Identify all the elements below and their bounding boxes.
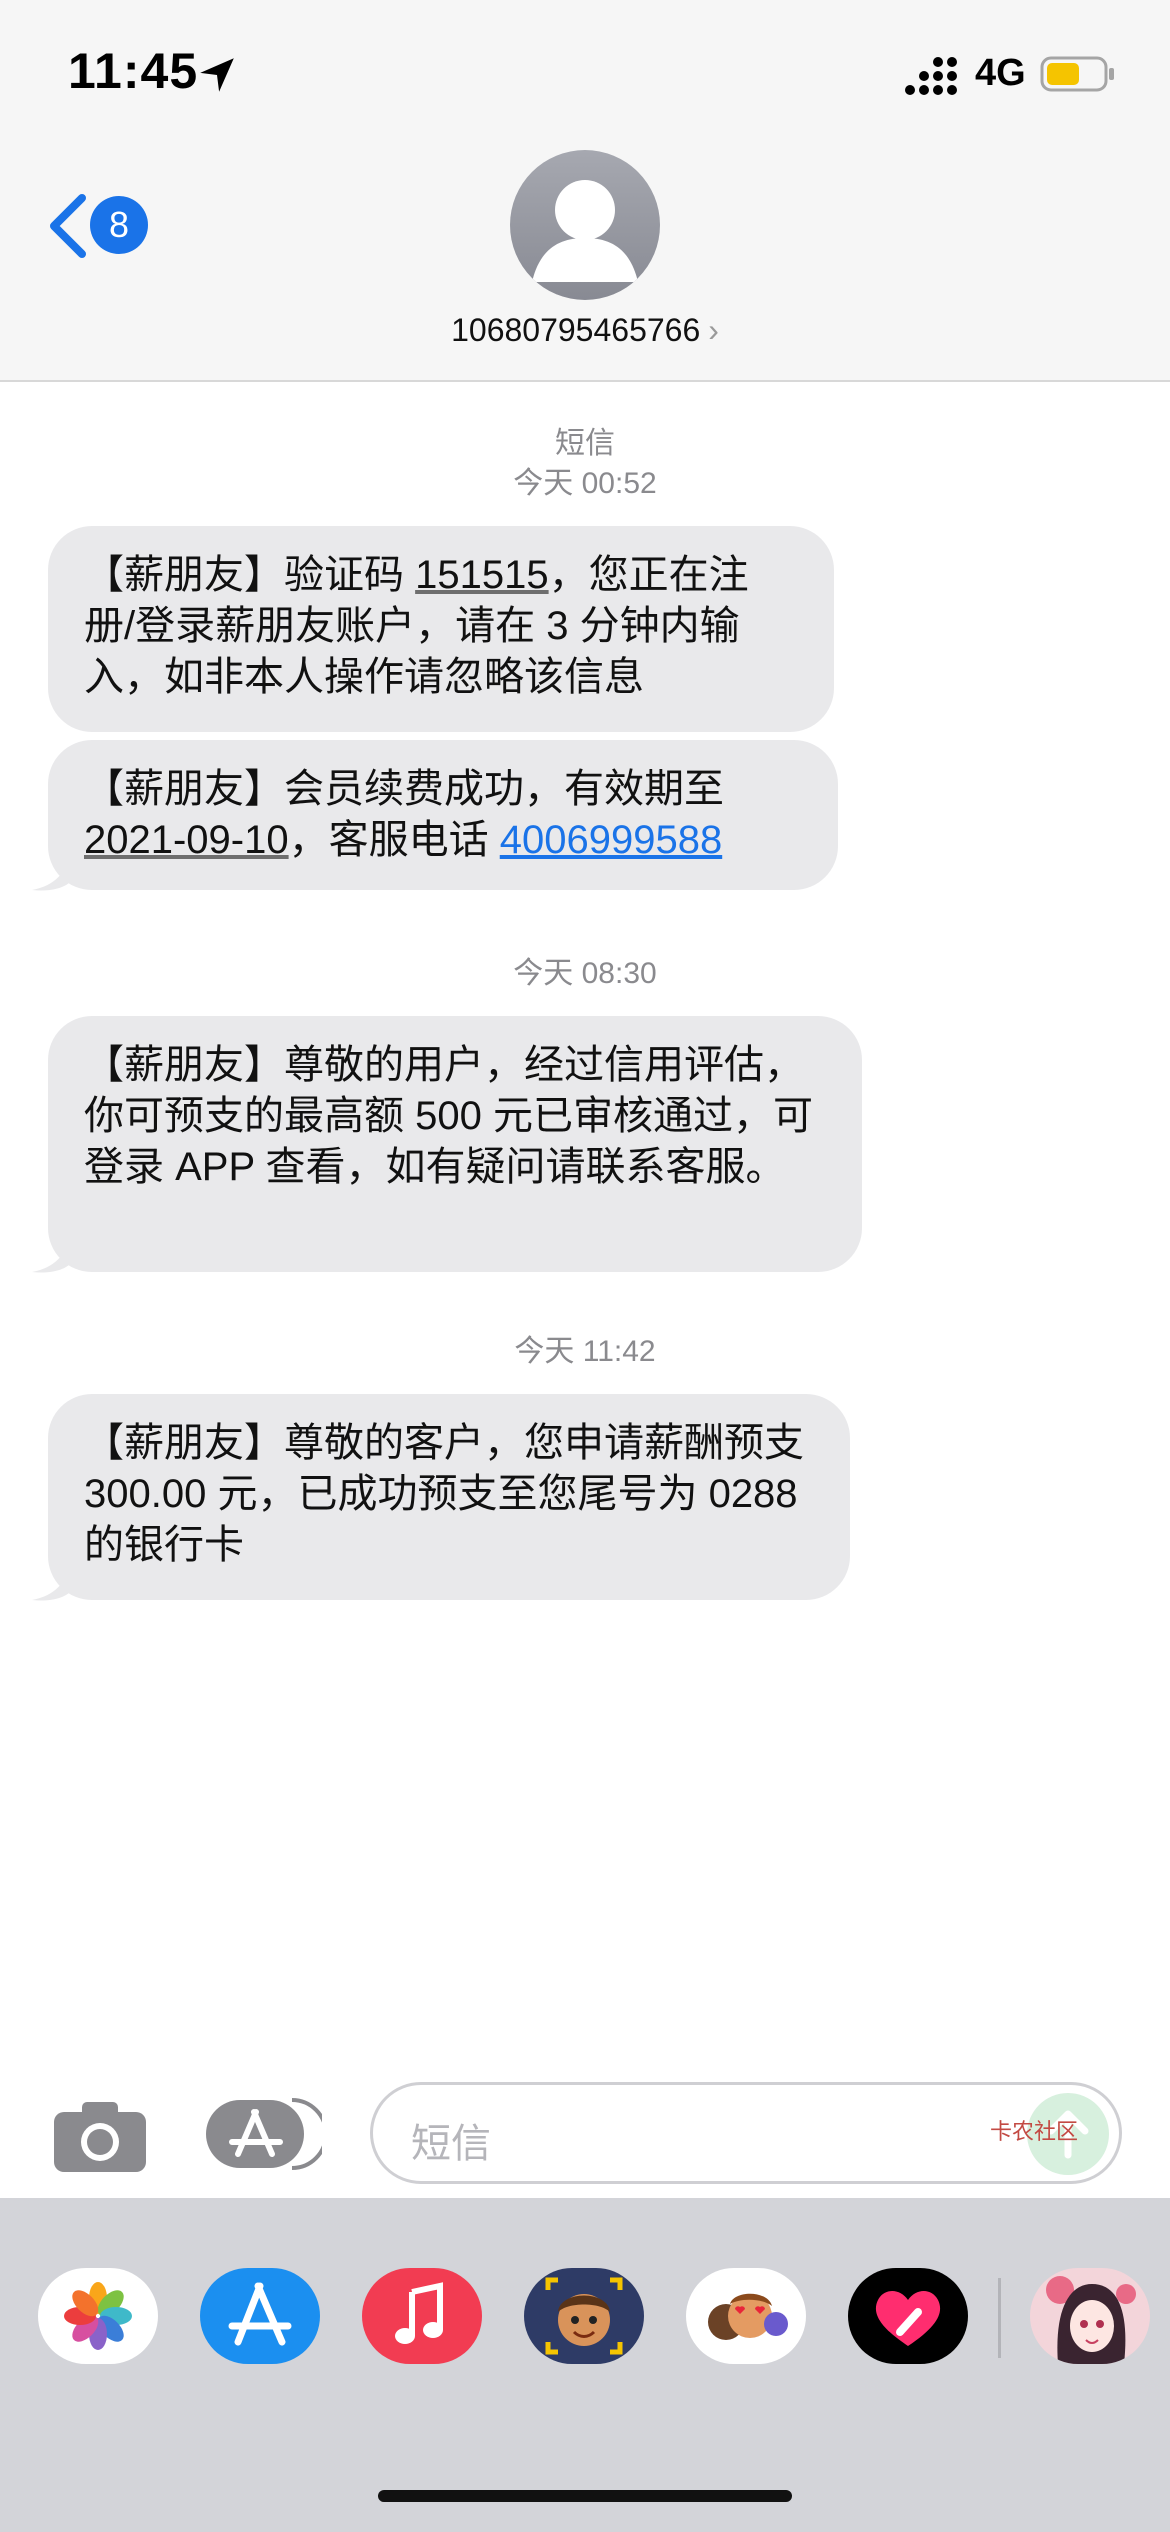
message-bubble[interactable]: 【薪朋友】尊敬的用户，经过信用评估，你可预支的最高额 500 元已审核通过，可登… — [48, 1016, 862, 1272]
animoji-icon[interactable] — [686, 2268, 806, 2364]
chevron-left-icon — [50, 194, 86, 258]
header: 11:45 4G 8 10680795465766 › — [0, 0, 1170, 382]
message-text: 【薪朋友】验证码 — [84, 553, 416, 597]
service-label: 短信 — [555, 427, 615, 460]
message-bubble[interactable]: 【薪朋友】会员续费成功，有效期至 2021-09-10，客服电话 40069995… — [48, 740, 838, 890]
signal-icon — [905, 57, 957, 95]
network-type: 4G — [975, 52, 1026, 94]
timestamp: 今天 11:42 — [514, 1335, 656, 1368]
photos-icon[interactable] — [38, 2268, 158, 2364]
message-bubble[interactable]: 【薪朋友】验证码 151515，您正在注册/登录薪朋友账户，请在 3 分钟内输入… — [48, 526, 834, 732]
app-store-icon[interactable] — [206, 2094, 322, 2174]
app-drawer — [0, 2198, 1170, 2532]
battery-icon — [1040, 56, 1114, 92]
date-link[interactable]: 2021-09-10 — [84, 818, 289, 862]
chevron-right-icon: › — [708, 312, 719, 348]
phone-link[interactable]: 4006999588 — [500, 818, 722, 862]
digital-touch-icon[interactable] — [848, 2268, 968, 2364]
input-placeholder: 短信 — [411, 2122, 491, 2166]
person-icon — [532, 180, 638, 282]
watermark: 卡农社区 — [990, 2119, 1079, 2144]
message-text: ，客服电话 — [288, 818, 500, 862]
timestamp: 今天 00:52 — [513, 467, 657, 500]
sticker-icon[interactable] — [1030, 2268, 1150, 2364]
home-indicator[interactable] — [378, 2490, 792, 2502]
status-time: 11:45 — [68, 43, 199, 99]
verification-code[interactable]: 151515 — [415, 553, 548, 597]
music-icon[interactable] — [362, 2268, 482, 2364]
message-bubble[interactable]: 【薪朋友】尊敬的客户，您申请薪酬预支 300.00 元，已成功预支至您尾号为 0… — [48, 1394, 850, 1600]
contact-number: 10680795465766 — [451, 312, 701, 348]
location-arrow-icon — [200, 58, 234, 92]
memoji-icon[interactable] — [524, 2268, 644, 2364]
timestamp: 今天 08:30 — [513, 957, 657, 990]
message-text: 【薪朋友】尊敬的用户，经过信用评估，你可预支的最高额 500 元已审核通过，可登… — [84, 1043, 813, 1189]
app-store-icon[interactable] — [200, 2268, 320, 2364]
message-text: 【薪朋友】会员续费成功，有效期至 — [84, 767, 724, 811]
bubble-tail — [32, 1562, 70, 1601]
message-text: 【薪朋友】尊敬的客户，您申请薪酬预支 300.00 元，已成功预支至您尾号为 0… — [84, 1421, 804, 1567]
contact-info[interactable]: 10680795465766 › — [0, 312, 1170, 349]
unread-badge: 8 — [90, 196, 148, 254]
contact-avatar[interactable] — [510, 150, 660, 300]
camera-icon[interactable] — [52, 2098, 148, 2174]
drawer-divider — [998, 2278, 1001, 2358]
back-button[interactable]: 8 — [46, 186, 156, 266]
bubble-tail — [32, 852, 70, 891]
bubble-tail — [32, 1234, 70, 1273]
